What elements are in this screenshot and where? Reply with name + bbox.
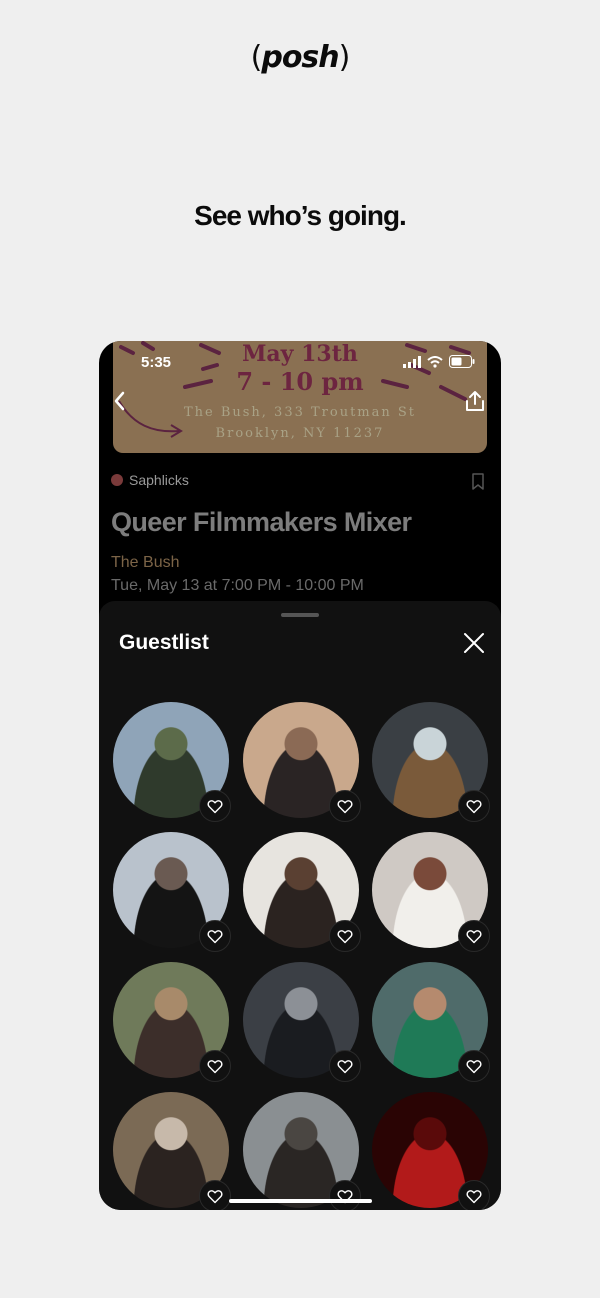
like-button[interactable]: [199, 920, 231, 952]
guest-avatar[interactable]: [372, 702, 490, 822]
like-button[interactable]: [458, 1050, 490, 1082]
guest-avatar[interactable]: [243, 832, 361, 952]
heart-icon: [466, 799, 482, 813]
logo-text: posh: [261, 40, 339, 75]
tagline: See who’s going.: [194, 200, 407, 231]
like-button[interactable]: [329, 1180, 361, 1210]
host-name: Saphlicks: [129, 472, 189, 488]
like-button[interactable]: [329, 1050, 361, 1082]
wifi-icon: [427, 355, 443, 368]
flyer-address-line2: Brooklyn, NY 11237: [215, 426, 385, 441]
host-row[interactable]: Saphlicks: [111, 472, 189, 488]
guest-avatar[interactable]: [113, 702, 231, 822]
guestlist-title: Guestlist: [119, 631, 209, 654]
guest-avatar[interactable]: [113, 962, 231, 1082]
guest-avatar[interactable]: [243, 702, 361, 822]
guestlist-sheet: Guestlist: [99, 601, 501, 1210]
heart-icon: [466, 929, 482, 943]
guest-avatar[interactable]: [113, 832, 231, 952]
phone-screen: May 13th 7 - 10 pm The Bush, 333 Troutma…: [99, 341, 501, 1210]
battery-icon: [449, 355, 475, 368]
heart-icon: [466, 1059, 482, 1073]
sheet-handle[interactable]: [281, 613, 319, 617]
heart-icon: [207, 1189, 223, 1203]
close-button[interactable]: [463, 632, 485, 654]
heart-icon: [337, 799, 353, 813]
posh-logo: (posh): [0, 40, 600, 75]
status-time: 5:35: [141, 354, 172, 371]
status-icons: [403, 355, 475, 368]
heart-icon: [337, 929, 353, 943]
like-button[interactable]: [199, 1180, 231, 1210]
like-button[interactable]: [458, 790, 490, 822]
event-title: Queer Filmmakers Mixer: [111, 507, 412, 537]
close-icon: [464, 633, 484, 653]
home-indicator[interactable]: [229, 1199, 372, 1203]
guest-avatar[interactable]: [372, 1092, 490, 1210]
logo-paren-close: ): [338, 40, 351, 75]
share-icon: [466, 391, 484, 411]
heart-icon: [207, 929, 223, 943]
guest-avatar[interactable]: [372, 832, 490, 952]
event-datetime: Tue, May 13 at 7:00 PM - 10:00 PM: [111, 577, 364, 594]
host-avatar: [111, 474, 123, 486]
guest-avatar[interactable]: [372, 962, 490, 1082]
heart-icon: [337, 1059, 353, 1073]
flyer-time: 7 - 10 pm: [236, 367, 364, 396]
like-button[interactable]: [329, 920, 361, 952]
like-button[interactable]: [458, 1180, 490, 1210]
flyer-address-line1: The Bush, 333 Troutman St: [183, 405, 417, 420]
guest-avatar[interactable]: [243, 962, 361, 1082]
share-button[interactable]: [463, 389, 487, 413]
guest-avatar[interactable]: [113, 1092, 231, 1210]
heart-icon: [207, 1059, 223, 1073]
event-venue[interactable]: The Bush: [111, 554, 179, 572]
back-button[interactable]: [111, 389, 131, 413]
signal-icon: [403, 355, 421, 368]
like-button[interactable]: [199, 1050, 231, 1082]
heart-icon: [207, 799, 223, 813]
logo-paren-open: (: [250, 40, 263, 75]
heart-icon: [466, 1189, 482, 1203]
like-button[interactable]: [458, 920, 490, 952]
like-button[interactable]: [199, 790, 231, 822]
chevron-left-icon: [114, 391, 125, 411]
guest-avatar[interactable]: [243, 1092, 361, 1210]
like-button[interactable]: [329, 790, 361, 822]
bookmark-icon[interactable]: [471, 473, 485, 491]
